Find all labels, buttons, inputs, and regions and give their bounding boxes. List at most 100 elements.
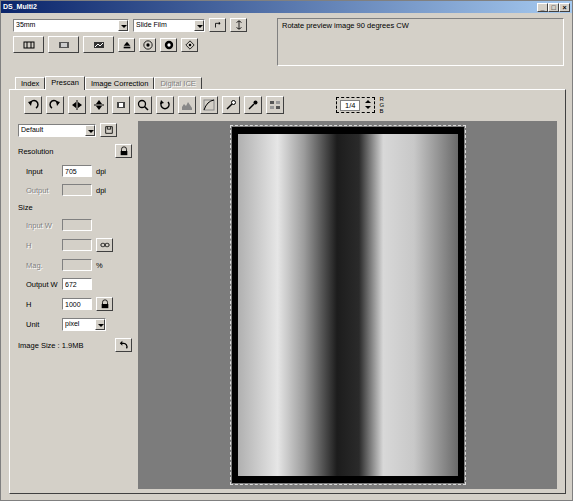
prescan-panel: 1/4 RGB Default Resolution Input dpi Outputdpi… [9, 89, 566, 494]
size-heading: Size [18, 203, 132, 212]
unit-label: Unit [18, 320, 58, 329]
resolution-lock-icon[interactable] [115, 144, 132, 158]
up-arrow-icon[interactable] [364, 99, 371, 105]
magnification-field [62, 259, 92, 271]
tab-bar: IndexPrescan Image Correction Digital ICE [15, 75, 572, 89]
channel-label[interactable]: R [379, 96, 384, 102]
tab-label: Digital ICE [160, 79, 195, 88]
output-height-field[interactable] [62, 298, 92, 310]
crop-icon[interactable] [112, 96, 130, 114]
channel-list: RGB [379, 96, 384, 114]
black-point-icon[interactable] [244, 96, 262, 114]
magnification-unit: % [96, 261, 103, 270]
preview-area[interactable] [138, 121, 557, 489]
window-title: DS_Multi2 [3, 3, 37, 11]
magnification-row: Mag.% [18, 259, 132, 271]
calibrate-icon[interactable] [160, 38, 177, 52]
preview-photo [232, 127, 464, 483]
tab: Digital ICE [154, 77, 201, 89]
toolbar: 1/4 RGB [16, 96, 565, 114]
select-value: Slide Film [136, 21, 194, 29]
window-control-button[interactable]: □ [548, 3, 559, 12]
photo-image [238, 134, 458, 476]
dropdown-arrow-icon[interactable] [85, 125, 95, 136]
output-resolution-field [62, 184, 92, 196]
link-icon[interactable] [96, 238, 113, 252]
flip-horizontal-icon[interactable] [68, 96, 86, 114]
output-height-row: H [18, 297, 132, 311]
preset-select[interactable]: Default [18, 124, 96, 137]
image-size: Image Size : 1.9MB [18, 341, 83, 350]
lock-icon[interactable] [96, 297, 113, 311]
window-controls: _□× [537, 3, 570, 12]
output-width-label: Output W [18, 280, 58, 289]
eject-icon[interactable] [118, 38, 135, 52]
tool-group [24, 96, 284, 114]
film-format-select[interactable]: 35mm [13, 19, 129, 32]
channel-label[interactable]: B [379, 108, 384, 114]
input-resolution-field[interactable] [62, 165, 92, 177]
tab-label: Image Correction [91, 79, 149, 88]
status-message-box: Rotate preview image 90 degrees CW [277, 18, 564, 66]
preview-crop-frame[interactable] [230, 125, 466, 485]
prescan-icon[interactable] [48, 36, 79, 53]
flip-vertical-icon[interactable] [90, 96, 108, 114]
tone-curve-icon[interactable] [200, 96, 218, 114]
index-scan-icon[interactable] [13, 36, 44, 53]
image-size-row: Image Size : 1.9MB [18, 338, 132, 352]
focus-icon[interactable] [230, 18, 247, 32]
input-resolution-label: Input [18, 167, 58, 176]
input-width-row: Input W [18, 219, 132, 231]
rotate-cw-icon[interactable] [46, 96, 64, 114]
input-width-field [62, 219, 92, 231]
resolution-heading: Resolution [18, 147, 53, 156]
undo-icon[interactable] [115, 338, 132, 352]
output-width-row: Output W [18, 278, 132, 290]
input-height-row: H [18, 238, 132, 252]
channel-label[interactable]: G [379, 102, 384, 108]
dropdown-arrow-icon[interactable] [194, 20, 204, 31]
output-resolution-row: Outputdpi [18, 184, 132, 196]
input-resolution-row: Input dpi [18, 165, 132, 177]
frame-number: 1/4 [340, 100, 360, 111]
output-width-field[interactable] [62, 278, 92, 290]
tab[interactable]: Index [15, 77, 45, 89]
input-width-label: Input W [18, 221, 58, 230]
action-row [13, 36, 271, 53]
main-area: Default Resolution Input dpi Outputdpi Size In… [16, 121, 565, 493]
unit-select[interactable]: pixel [62, 318, 106, 331]
settings-panel: Default Resolution Input dpi Outputdpi Size In… [16, 121, 136, 493]
select-value: Default [21, 126, 85, 134]
unit-row: Unit pixel [18, 318, 132, 331]
tab[interactable]: Image Correction [85, 77, 155, 89]
frame-selector[interactable]: 1/4 [336, 97, 375, 113]
status-message: Rotate preview image 90 degrees CW [282, 21, 409, 30]
scan-icon[interactable] [83, 36, 114, 53]
output-resolution-label: Output [18, 186, 58, 195]
rotate-ccw-icon[interactable] [24, 96, 42, 114]
frame-spinner[interactable] [364, 99, 371, 111]
window-control-button[interactable]: × [559, 3, 570, 12]
tab[interactable]: Prescan [45, 76, 85, 90]
histogram-icon[interactable] [178, 96, 196, 114]
input-resolution-unit: dpi [96, 167, 106, 176]
input-height-label: H [18, 241, 58, 250]
dropdown-arrow-icon[interactable] [95, 319, 105, 330]
zoom-icon[interactable] [134, 96, 152, 114]
film-row: 35mm Slide Film [13, 18, 271, 32]
input-height-field [62, 239, 92, 251]
magnification-label: Mag. [18, 261, 58, 270]
variations-icon[interactable] [266, 96, 284, 114]
scanner-controls: 35mm Slide Film [13, 18, 271, 66]
dropdown-arrow-icon[interactable] [118, 20, 128, 31]
settings-icon[interactable] [181, 38, 198, 52]
white-point-icon[interactable] [222, 96, 240, 114]
down-arrow-icon[interactable] [364, 105, 371, 111]
reset-icon[interactable] [156, 96, 174, 114]
rotate-icon[interactable] [209, 18, 226, 32]
save-preset-icon[interactable] [100, 123, 117, 137]
select-value: pixel [65, 320, 95, 328]
window-control-button[interactable]: _ [537, 3, 548, 12]
auto-exposure-icon[interactable] [139, 38, 156, 52]
film-type-select[interactable]: Slide Film [133, 19, 205, 32]
